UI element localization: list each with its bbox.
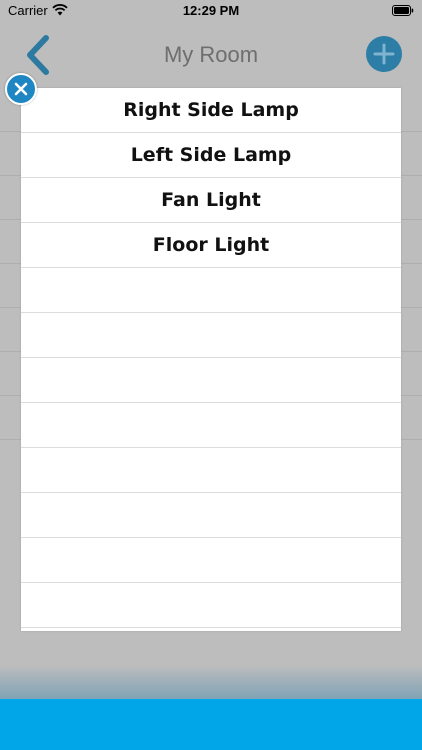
battery-icon (392, 5, 414, 16)
empty-row (21, 493, 401, 538)
empty-row (21, 403, 401, 448)
option-label: Left Side Lamp (130, 144, 292, 166)
empty-row (21, 358, 401, 403)
plus-circle-icon (373, 43, 395, 65)
page-title: My Room (163, 42, 259, 67)
empty-row (21, 538, 401, 583)
empty-row (21, 448, 401, 493)
empty-row (21, 628, 401, 631)
light-selection-popup: Right Side Lamp Left Side Lamp Fan Light… (21, 88, 401, 631)
option-floor-light[interactable]: Floor Light (21, 223, 401, 268)
option-right-side-lamp[interactable]: Right Side Lamp (21, 88, 401, 133)
bottom-bar[interactable] (0, 699, 422, 750)
empty-row (21, 268, 401, 313)
empty-row (21, 313, 401, 358)
status-time: 12:29 PM (182, 3, 240, 18)
option-label: Floor Light (152, 234, 270, 256)
empty-row (21, 583, 401, 628)
close-icon (14, 82, 28, 96)
option-label: Fan Light (161, 189, 261, 211)
close-button[interactable] (5, 73, 37, 105)
option-fan-light[interactable]: Fan Light (21, 178, 401, 223)
option-label: Right Side Lamp (123, 99, 299, 121)
option-left-side-lamp[interactable]: Left Side Lamp (21, 133, 401, 178)
nav-bar: My Room (0, 22, 422, 86)
add-button[interactable] (366, 36, 402, 72)
status-bar: Carrier 12:29 PM (0, 0, 422, 22)
